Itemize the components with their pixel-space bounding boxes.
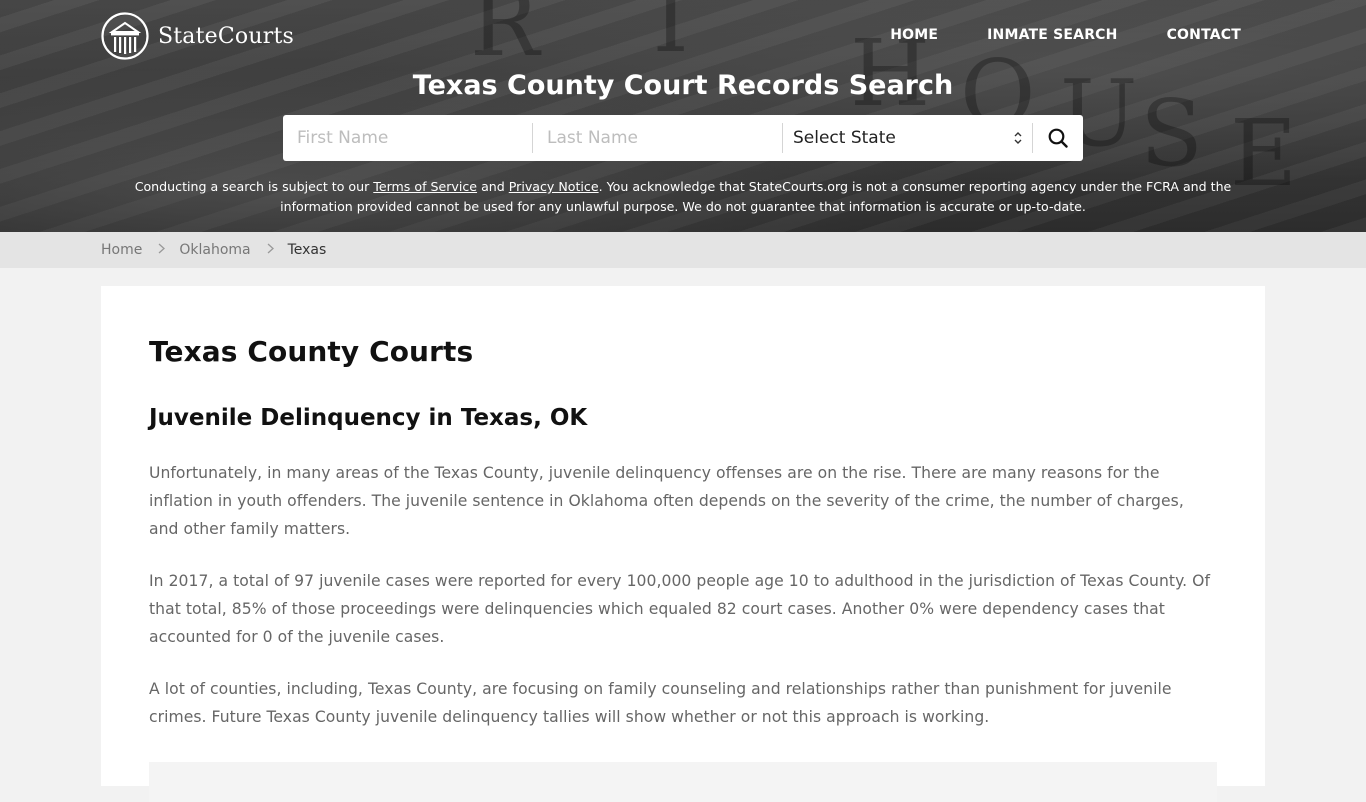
search-button[interactable] xyxy=(1033,115,1083,161)
select-arrows-icon xyxy=(1014,131,1022,145)
paragraph: A lot of counties, including, Texas Coun… xyxy=(149,680,1172,726)
brand-name: StateCourts xyxy=(158,23,294,49)
breadcrumb-home[interactable]: Home xyxy=(101,242,142,258)
content-card: Texas County Courts Juvenile Delinquency… xyxy=(101,286,1265,802)
nav-contact[interactable]: CONTACT xyxy=(1167,27,1241,43)
section-heading: Juvenile Delinquency in Texas, OK xyxy=(149,405,588,431)
terms-of-service-link[interactable]: Terms of Service xyxy=(373,179,477,194)
hero-header: R T H O U S E StateCourts HOME INMATE SE… xyxy=(0,0,1366,232)
hero-title: Texas County Court Records Search xyxy=(412,70,954,101)
courthouse-columns-icon xyxy=(101,12,149,60)
chevron-right-icon xyxy=(158,242,166,258)
main-nav: HOME INMATE SEARCH CONTACT xyxy=(841,27,1241,43)
paragraph: In 2017, a total of 97 juvenile cases we… xyxy=(149,572,1211,646)
bg-letter: R xyxy=(470,0,544,77)
search-disclaimer: Conducting a search is subject to our Te… xyxy=(120,177,1246,217)
breadcrumb: Home Oklahoma Texas xyxy=(0,232,1366,268)
nav-home[interactable]: HOME xyxy=(890,27,938,43)
search-icon xyxy=(1048,128,1068,148)
privacy-notice-link[interactable]: Privacy Notice xyxy=(509,179,599,194)
paragraph: Unfortunately, in many areas of the Texa… xyxy=(149,464,1184,538)
state-select[interactable]: Select State xyxy=(783,123,1033,153)
last-name-input[interactable]: Last Name xyxy=(533,123,783,153)
chevron-right-icon xyxy=(267,242,274,258)
page-title: Texas County Courts xyxy=(149,335,474,368)
first-name-input[interactable]: First Name xyxy=(283,123,533,153)
bg-letter: T xyxy=(640,0,706,73)
breadcrumb-current: Texas xyxy=(287,242,327,258)
state-select-value: Select State xyxy=(793,128,896,148)
breadcrumb-oklahoma[interactable]: Oklahoma xyxy=(179,242,250,258)
nav-inmate-search[interactable]: INMATE SEARCH xyxy=(987,27,1117,43)
stats-box xyxy=(149,762,1217,802)
search-form: First Name Last Name Select State xyxy=(283,115,1083,161)
site-logo[interactable]: StateCourts xyxy=(101,12,294,60)
disclaimer-text: Conducting a search is subject to our xyxy=(134,179,374,194)
disclaimer-text: and xyxy=(477,179,509,194)
